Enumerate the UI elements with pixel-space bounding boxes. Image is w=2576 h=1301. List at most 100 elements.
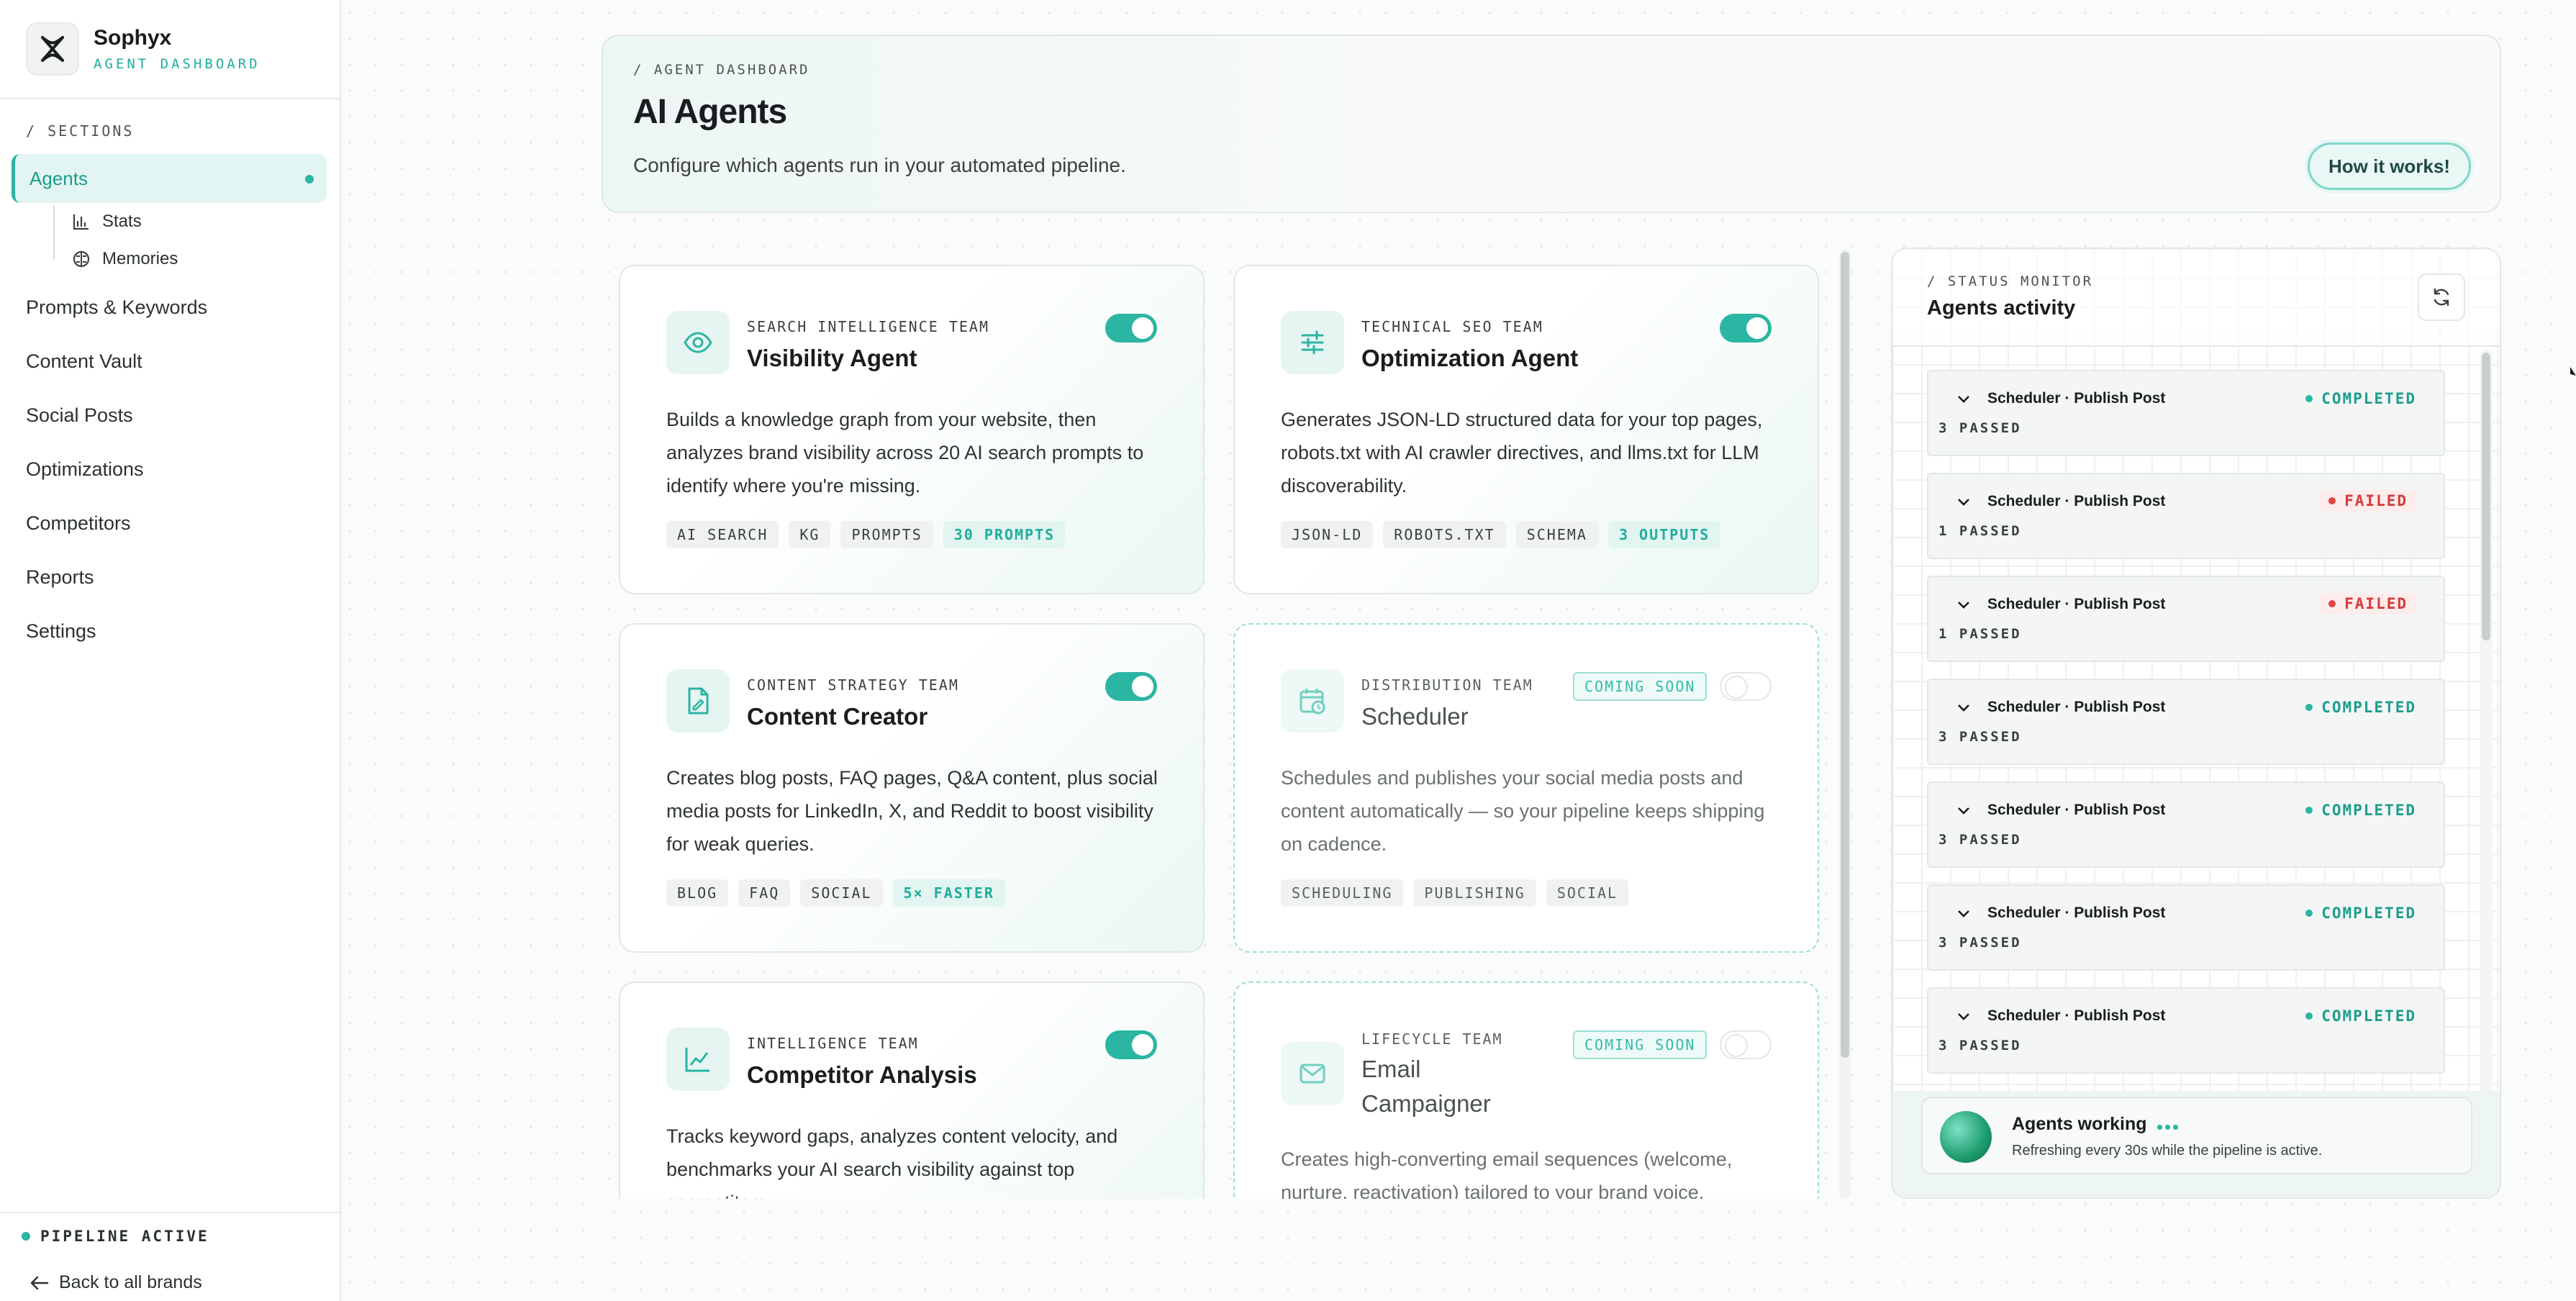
pipeline-status-label: PIPELINE ACTIVE (40, 1228, 209, 1245)
tag: ROBOTS.TXT (1383, 521, 1506, 548)
agent-team: CONTENT STRATEGY TEAM (747, 676, 959, 694)
chevron-down-icon[interactable] (1956, 906, 1972, 922)
run-item[interactable]: Scheduler · Publish Post 1 PASSED FAILED (1927, 473, 2445, 559)
status-dot-icon (2328, 600, 2336, 607)
agent-card-optimization[interactable]: TECHNICAL SEO TEAM Optimization Agent Ge… (1233, 265, 1819, 594)
run-title: Scheduler · Publish Post (1987, 493, 2166, 509)
coming-soon-badge: COMING SOON (1573, 1030, 1707, 1059)
tag: SCHEDULING (1281, 879, 1404, 907)
sidebar-item-competitors[interactable]: Competitors (26, 512, 131, 535)
run-title: Scheduler · Publish Post (1987, 699, 2166, 715)
run-item[interactable]: Scheduler · Publish Post 3 PASSED COMPLE… (1927, 987, 2445, 1074)
run-item[interactable]: Scheduler · Publish Post 3 PASSED COMPLE… (1927, 370, 2445, 456)
status-label: COMPLETED (2321, 905, 2416, 922)
run-item[interactable]: Scheduler · Publish Post 3 PASSED COMPLE… (1927, 679, 2445, 765)
run-title: Scheduler · Publish Post (1987, 1007, 2166, 1024)
run-title: Scheduler · Publish Post (1987, 390, 2166, 407)
run-title: Scheduler · Publish Post (1987, 905, 2166, 921)
agent-team: TECHNICAL SEO TEAM (1361, 318, 1543, 335)
cards-scrollbar-thumb[interactable] (1841, 252, 1849, 1058)
agent-name: Visibility Agent (747, 345, 917, 371)
monitor-title: Agents activity (1927, 296, 2076, 319)
status-badge: FAILED (2320, 490, 2416, 512)
agent-toggle[interactable] (1720, 672, 1772, 701)
sidebar-footer: PIPELINE ACTIVE Back to all brands (0, 1212, 341, 1301)
status-label: COMPLETED (2321, 1007, 2416, 1025)
agent-card-content-creator[interactable]: CONTENT STRATEGY TEAM Content Creator Cr… (619, 623, 1205, 953)
document-edit-icon (666, 669, 730, 733)
run-item[interactable]: Scheduler · Publish Post 3 PASSED COMPLE… (1927, 781, 2445, 868)
monitor-header: / STATUS MONITOR Agents activity (1892, 249, 2500, 347)
agent-tags: JSON-LD ROBOTS.TXT SCHEMA 3 OUTPUTS (1281, 521, 1721, 548)
how-it-works-button[interactable]: How it works! (2307, 142, 2471, 190)
status-label: COMPLETED (2321, 390, 2416, 407)
chevron-down-icon[interactable] (1956, 803, 1972, 819)
breadcrumb: / AGENT DASHBOARD (633, 62, 810, 78)
run-item[interactable]: Scheduler · Publish Post 1 PASSED FAILED (1927, 576, 2445, 662)
active-dot-icon (305, 175, 314, 183)
status-badge: COMPLETED (2305, 1007, 2416, 1025)
agent-card-scheduler[interactable]: DISTRIBUTION TEAM Scheduler COMING SOON … (1233, 623, 1819, 953)
working-title-text: Agents working (2012, 1114, 2147, 1134)
tag: BLOG (666, 879, 729, 907)
run-passed: 3 PASSED (1938, 420, 2022, 436)
sidebar-item-social-posts[interactable]: Social Posts (26, 404, 133, 427)
agent-card-visibility[interactable]: SEARCH INTELLIGENCE TEAM Visibility Agen… (619, 265, 1205, 594)
page-description: Configure which agents run in your autom… (633, 154, 1126, 176)
sidebar-item-reports[interactable]: Reports (26, 566, 94, 589)
working-subtitle: Refreshing every 30s while the pipeline … (2012, 1143, 2323, 1159)
monitor-breadcrumb: / STATUS MONITOR (1927, 273, 2094, 289)
sidebar-subitem-stats[interactable]: Stats (72, 212, 142, 232)
status-dot-icon (2305, 395, 2313, 402)
status-label: COMPLETED (2321, 699, 2416, 716)
agent-team: SEARCH INTELLIGENCE TEAM (747, 318, 989, 335)
tag: KG (789, 521, 831, 548)
monitor-scrollbar-thumb[interactable] (2482, 353, 2490, 640)
agent-toggle[interactable] (1105, 672, 1157, 701)
brand-header[interactable]: Sophyx AGENT DASHBOARD (0, 0, 340, 99)
chevron-down-icon[interactable] (1956, 700, 1972, 716)
line-chart-icon (666, 1028, 730, 1091)
back-link-label: Back to all brands (59, 1272, 202, 1292)
sidebar-item-prompts[interactable]: Prompts & Keywords (26, 296, 207, 319)
sidebar-item-label: Agents (30, 167, 88, 189)
brand-subtitle: AGENT DASHBOARD (94, 56, 260, 72)
tag: PROMPTS (840, 521, 933, 548)
back-to-brands-link[interactable]: Back to all brands (29, 1272, 202, 1293)
mail-icon (1281, 1042, 1344, 1105)
agent-toggle[interactable] (1720, 314, 1772, 343)
sidebar-item-settings[interactable]: Settings (26, 620, 96, 643)
chevron-down-icon[interactable] (1956, 1009, 1972, 1025)
agent-toggle[interactable] (1105, 1030, 1157, 1059)
tag: SCHEMA (1515, 521, 1598, 548)
status-badge: COMPLETED (2305, 802, 2416, 819)
agent-name: Optimization Agent (1361, 345, 1579, 371)
status-badge: COMPLETED (2305, 905, 2416, 922)
run-title: Scheduler · Publish Post (1987, 596, 2166, 612)
agent-tags: SCHEDULING PUBLISHING SOCIAL (1281, 879, 1629, 907)
status-monitor: / STATUS MONITOR Agents activity Schedul… (1891, 248, 2501, 1199)
content-fade (602, 1199, 1825, 1301)
status-badge: COMPLETED (2305, 699, 2416, 716)
calendar-clock-icon (1281, 669, 1344, 733)
run-passed: 3 PASSED (1938, 832, 2022, 848)
status-badge: COMPLETED (2305, 390, 2416, 407)
run-passed: 3 PASSED (1938, 729, 2022, 745)
agent-toggle[interactable] (1105, 314, 1157, 343)
chevron-down-icon[interactable] (1956, 597, 1972, 613)
sidebar-subitem-memories[interactable]: Memories (72, 249, 178, 269)
sidebar-item-content-vault[interactable]: Content Vault (26, 350, 142, 373)
status-dot-icon (22, 1232, 30, 1241)
chevron-down-icon[interactable] (1956, 494, 1972, 510)
agent-toggle[interactable] (1720, 1030, 1772, 1059)
refresh-icon (2434, 288, 2449, 307)
sidebar-item-agents[interactable]: Agents (12, 154, 327, 203)
run-passed: 1 PASSED (1938, 626, 2022, 642)
refresh-button[interactable] (2418, 273, 2465, 321)
sidebar-item-optimizations[interactable]: Optimizations (26, 458, 144, 481)
chevron-down-icon[interactable] (1956, 391, 1972, 407)
run-item[interactable]: Scheduler · Publish Post 3 PASSED COMPLE… (1927, 884, 2445, 971)
brand-name: Sophyx (94, 26, 172, 50)
typing-dots-icon (2157, 1114, 2181, 1135)
eye-icon (666, 311, 730, 374)
